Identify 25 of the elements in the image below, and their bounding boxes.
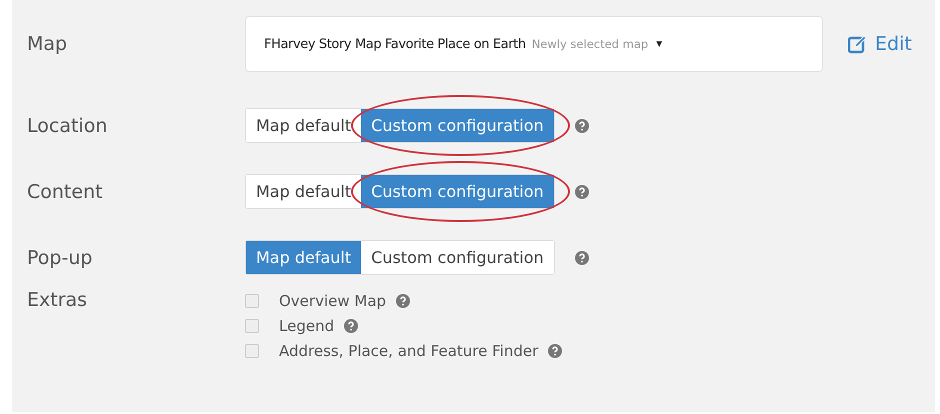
option-label: Overview Map — [279, 292, 386, 310]
map-note: Newly selected map — [532, 37, 648, 51]
field-label: Extras — [27, 289, 88, 311]
checkbox[interactable] — [245, 294, 259, 308]
field-label: Pop-up — [27, 246, 94, 268]
edit-icon — [848, 34, 867, 54]
segment-option[interactable]: Custom configuration — [361, 175, 554, 208]
option-label: Address, Place, and Feature Finder — [279, 342, 538, 360]
help-icon[interactable] — [574, 184, 589, 198]
checkbox[interactable] — [245, 319, 259, 333]
help-icon[interactable] — [344, 319, 358, 333]
field-label: Map — [27, 33, 68, 55]
help-icon[interactable] — [574, 250, 589, 264]
option-label: Legend — [279, 317, 334, 335]
help-icon[interactable] — [396, 294, 410, 308]
map-title: FHarvey Story Map Favorite Place on Earth — [264, 36, 526, 52]
map-dropdown[interactable]: FHarvey Story Map Favorite Place on Earth Newly selected map ▼ — [245, 16, 823, 72]
segment-option[interactable]: Custom configuration — [361, 109, 554, 142]
help-icon[interactable] — [574, 118, 589, 132]
help-icon[interactable] — [548, 344, 562, 358]
segment-option[interactable]: Map default — [246, 241, 362, 274]
field-label: Content — [27, 180, 104, 202]
field-label: Location — [27, 114, 108, 136]
checkbox[interactable] — [245, 344, 259, 358]
edit-label: Edit — [875, 33, 912, 55]
